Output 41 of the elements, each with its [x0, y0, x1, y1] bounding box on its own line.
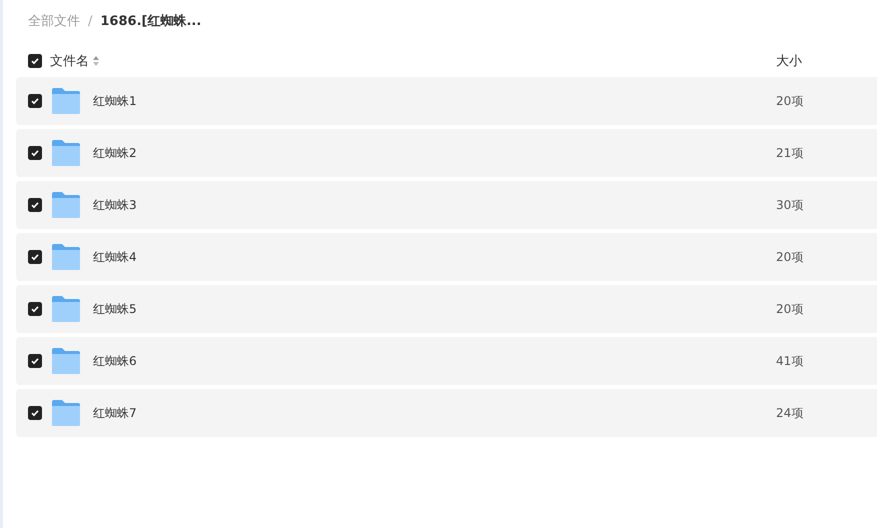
folder-icon: [51, 295, 81, 323]
row-checkbox[interactable]: [28, 94, 42, 108]
row-checkbox[interactable]: [28, 146, 42, 160]
breadcrumb-separator: /: [88, 14, 92, 28]
file-size: 24项: [776, 404, 804, 422]
file-name: 红蜘蛛3: [93, 196, 137, 214]
file-name: 红蜘蛛5: [93, 300, 137, 318]
sort-icon[interactable]: [93, 56, 99, 66]
row-checkbox[interactable]: [28, 250, 42, 264]
column-header[interactable]: 文件名: [50, 52, 89, 70]
row-checkbox[interactable]: [28, 354, 42, 368]
row-checkbox[interactable]: [28, 406, 42, 420]
file-size: 20项: [776, 248, 804, 266]
folder-icon: [51, 399, 81, 427]
select-all-checkbox[interactable]: [28, 54, 42, 68]
file-size: 21项: [776, 144, 804, 162]
file-name: 红蜘蛛2: [93, 144, 137, 162]
file-size: 30项: [776, 196, 804, 214]
file-row[interactable]: 红蜘蛛7 24项: [16, 389, 877, 437]
file-name: 红蜘蛛1: [93, 92, 137, 110]
breadcrumb-item: 1686.[红蜘蛛...: [100, 13, 202, 30]
file-size: 20项: [776, 92, 804, 110]
column-header[interactable]: 大小: [776, 52, 877, 70]
file-size: 41项: [776, 352, 804, 370]
row-checkbox[interactable]: [28, 198, 42, 212]
file-row[interactable]: 红蜘蛛5 20项: [16, 285, 877, 333]
file-name: 红蜘蛛7: [93, 404, 137, 422]
folder-icon: [51, 347, 81, 375]
folder-icon: [51, 243, 81, 271]
file-row[interactable]: 红蜘蛛1 20项: [16, 77, 877, 125]
file-name: 红蜘蛛4: [93, 248, 137, 266]
file-name: 红蜘蛛6: [93, 352, 137, 370]
file-row[interactable]: 红蜘蛛6 41项: [16, 337, 877, 385]
folder-icon: [51, 87, 81, 115]
file-row[interactable]: 红蜘蛛2 21项: [16, 129, 877, 177]
file-size: 20项: [776, 300, 804, 318]
folder-icon: [51, 191, 81, 219]
file-row[interactable]: 红蜘蛛4 20项: [16, 233, 877, 281]
row-checkbox[interactable]: [28, 302, 42, 316]
file-row[interactable]: 红蜘蛛3 30项: [16, 181, 877, 229]
folder-icon: [51, 139, 81, 167]
